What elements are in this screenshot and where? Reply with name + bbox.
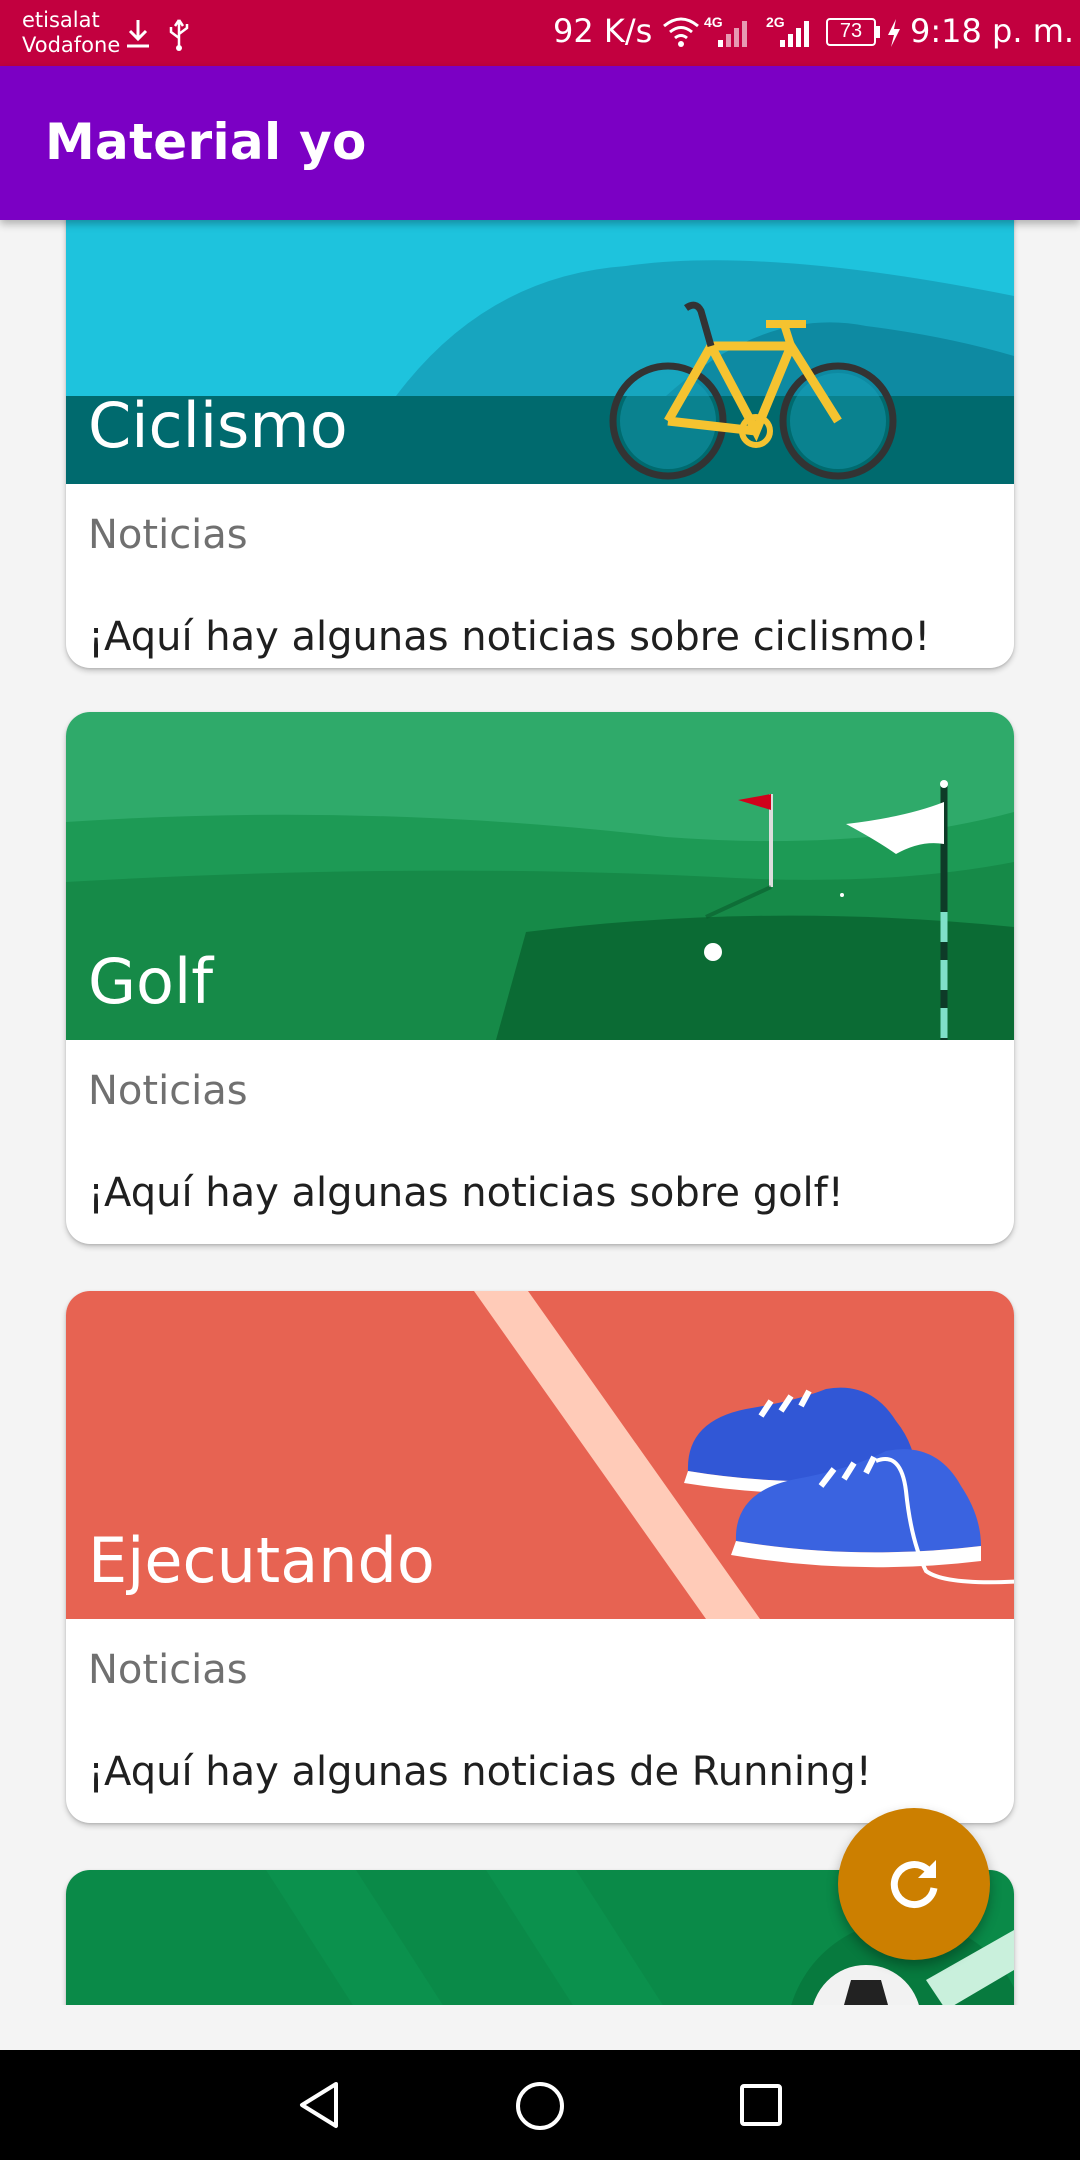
card-running[interactable]: Ejecutando Noticias ¡Aquí hay algunas no… [66, 1291, 1014, 1823]
wifi-icon [663, 17, 699, 47]
clock: 9:18 p. m. [910, 12, 1075, 50]
carrier-info: etisalat Vodafone [22, 8, 120, 58]
card-cycling[interactable]: Ciclismo Noticias ¡Aquí hay algunas noti… [66, 220, 1014, 668]
charging-icon [888, 19, 900, 47]
back-triangle-icon[interactable] [296, 2080, 344, 2130]
battery-level: 73 [839, 20, 863, 42]
card-title: Golf [88, 945, 214, 1018]
golf-image: Golf [66, 712, 1014, 1040]
app-bar: Material yo [0, 66, 1080, 220]
card-text: ¡Aquí hay algunas noticias de Running! [88, 1749, 872, 1795]
navigation-bar [0, 2050, 1080, 2160]
carrier-name-2: Vodafone [22, 33, 121, 57]
network-speed: 92 K/s [553, 12, 653, 50]
battery-tip [876, 26, 880, 38]
recents-square-icon[interactable] [738, 2082, 784, 2128]
card-text: ¡Aquí hay algunas noticias sobre golf! [88, 1170, 844, 1216]
carrier-name-1: etisalat [22, 8, 100, 32]
running-image: Ejecutando [66, 1291, 1014, 1619]
card-subtitle: Noticias [88, 1647, 248, 1693]
cycling-image: Ciclismo [66, 220, 1014, 484]
card-subtitle: Noticias [88, 1068, 248, 1114]
download-icon [127, 20, 149, 48]
card-golf[interactable]: Golf Noticias ¡Aquí hay algunas noticias… [66, 712, 1014, 1244]
card-list[interactable]: Ciclismo Noticias ¡Aquí hay algunas noti… [0, 220, 1080, 2005]
refresh-icon [890, 1860, 938, 1909]
home-circle-icon[interactable] [514, 2080, 566, 2132]
signal-icon-1 [718, 21, 747, 47]
card-title: Ciclismo [88, 389, 348, 462]
battery-icon: 73 [826, 18, 876, 46]
app-title: Material yo [45, 113, 367, 171]
usb-icon [169, 19, 189, 51]
status-bar: etisalat Vodafone 92 K/s 4G 2G 73 9:18 p… [0, 0, 1080, 66]
signal-icon-2 [780, 21, 809, 47]
card-title: Ejecutando [88, 1524, 435, 1597]
refresh-button[interactable] [838, 1808, 990, 1960]
card-subtitle: Noticias [88, 512, 248, 558]
card-text: ¡Aquí hay algunas noticias sobre ciclism… [88, 614, 931, 660]
